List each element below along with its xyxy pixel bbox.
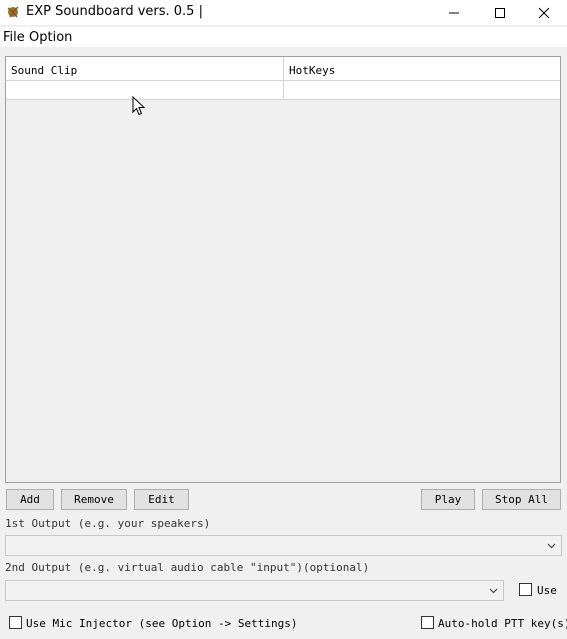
app-icon — [7, 6, 19, 18]
auto-hold-ptt-checkbox[interactable] — [421, 616, 434, 629]
title-bar: EXP Soundboard vers. 0.5 | — [0, 0, 567, 25]
column-header-sound-clip[interactable]: Sound Clip — [6, 57, 283, 80]
edit-button[interactable]: Edit — [134, 489, 189, 510]
stop-all-button[interactable]: Stop All — [482, 489, 561, 510]
close-button[interactable] — [521, 0, 567, 25]
remove-button[interactable]: Remove — [61, 489, 127, 510]
chevron-down-icon — [489, 588, 498, 594]
play-button[interactable]: Play — [421, 489, 475, 510]
chevron-down-icon — [547, 543, 556, 549]
first-output-select[interactable] — [5, 535, 562, 556]
column-header-hotkeys[interactable]: HotKeys — [284, 57, 560, 80]
second-output-label: 2nd Output (e.g. virtual audio cable "in… — [5, 561, 370, 574]
minimize-icon — [449, 12, 459, 13]
use-second-output-label: Use — [537, 584, 557, 597]
maximize-icon — [495, 7, 505, 18]
close-icon — [538, 7, 550, 18]
mic-injector-label: Use Mic Injector (see Option -> Settings… — [26, 617, 298, 630]
second-output-select[interactable] — [5, 580, 504, 601]
mic-injector-checkbox[interactable] — [9, 616, 22, 629]
menu-bar: File Option — [0, 27, 567, 47]
auto-hold-ptt-label: Auto-hold PTT key(s) — [438, 617, 567, 630]
first-output-label: 1st Output (e.g. your speakers) — [5, 517, 211, 530]
add-button[interactable]: Add — [6, 489, 54, 510]
use-second-output-checkbox[interactable] — [519, 583, 532, 596]
maximize-button[interactable] — [477, 0, 523, 25]
minimize-button[interactable] — [431, 0, 477, 25]
column-divider — [283, 57, 284, 99]
menu-file[interactable]: File — [3, 30, 25, 45]
window-title: EXP Soundboard vers. 0.5 | — [26, 4, 203, 19]
mouse-cursor-icon — [132, 96, 146, 116]
sound-clip-list[interactable]: Sound Clip HotKeys — [5, 56, 561, 483]
menu-option[interactable]: Option — [29, 30, 72, 45]
